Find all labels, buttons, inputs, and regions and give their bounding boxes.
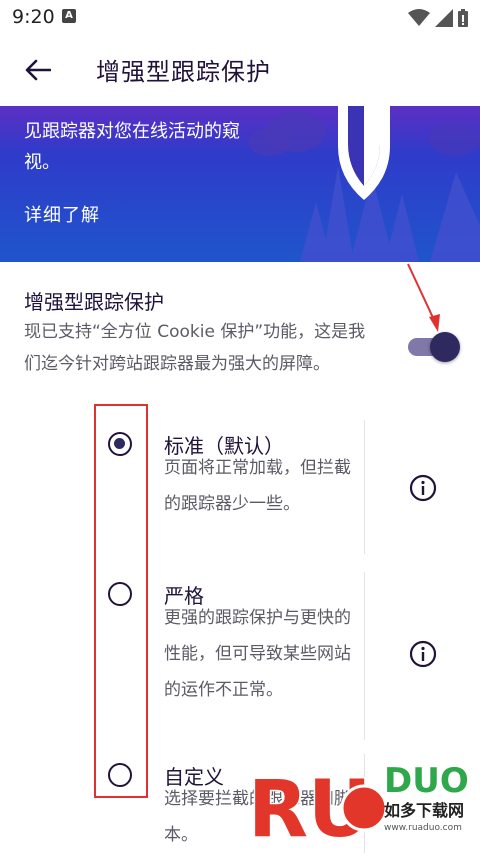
divider — [364, 572, 365, 740]
learn-more-link[interactable]: 详细了解 — [24, 201, 100, 227]
svg-text:如多下载网: 如多下载网 — [384, 801, 464, 820]
info-icon[interactable] — [409, 474, 437, 502]
svg-text:DUO: DUO — [384, 761, 469, 801]
divider — [364, 420, 365, 554]
option-description: 更强的跟踪保护与更快的性能，但可导致某些网站的运作不正常。 — [164, 608, 351, 700]
radio-standard[interactable] — [108, 432, 132, 456]
status-bar: 9:20 A — [0, 0, 480, 34]
option-description: 页面将正常加载，但拦截的跟踪器少一些。 — [164, 458, 351, 514]
status-icons — [407, 7, 468, 27]
signal-icon — [434, 8, 453, 27]
battery-icon — [458, 8, 468, 27]
etp-setting-description: 现已支持“全方位 Cookie 保护”功能，这是我们迄今针对跨站跟踪器最为强大的… — [24, 322, 366, 374]
shield-icon — [338, 106, 390, 200]
banner-text: 见跟踪器对您在线活动的窥视。 — [24, 121, 240, 173]
watermark-logo: RU DUO 如多下载网 www.ruaduo.com — [246, 750, 480, 853]
info-icon[interactable] — [409, 640, 437, 668]
arrow-back-icon — [25, 59, 51, 81]
etp-banner: 见跟踪器对您在线活动的窥视。 详细了解 — [0, 106, 480, 262]
app-bar: 增强型跟踪保护 — [0, 34, 480, 106]
page-title: 增强型跟踪保护 — [96, 58, 271, 86]
annotation-arrow — [407, 263, 440, 332]
tree-icon — [300, 166, 480, 262]
etp-setting-title: 增强型跟踪保护 — [24, 290, 164, 314]
status-time: 9:20 — [12, 6, 55, 28]
etp-toggle[interactable] — [408, 332, 460, 362]
radio-strict[interactable] — [108, 582, 132, 606]
svg-text:www.ruaduo.com: www.ruaduo.com — [384, 823, 462, 833]
back-button[interactable] — [16, 48, 60, 92]
wifi-icon — [407, 8, 430, 26]
radio-custom[interactable] — [108, 763, 132, 787]
toggle-thumb — [430, 332, 460, 362]
app-notification-icon: A — [62, 9, 76, 23]
